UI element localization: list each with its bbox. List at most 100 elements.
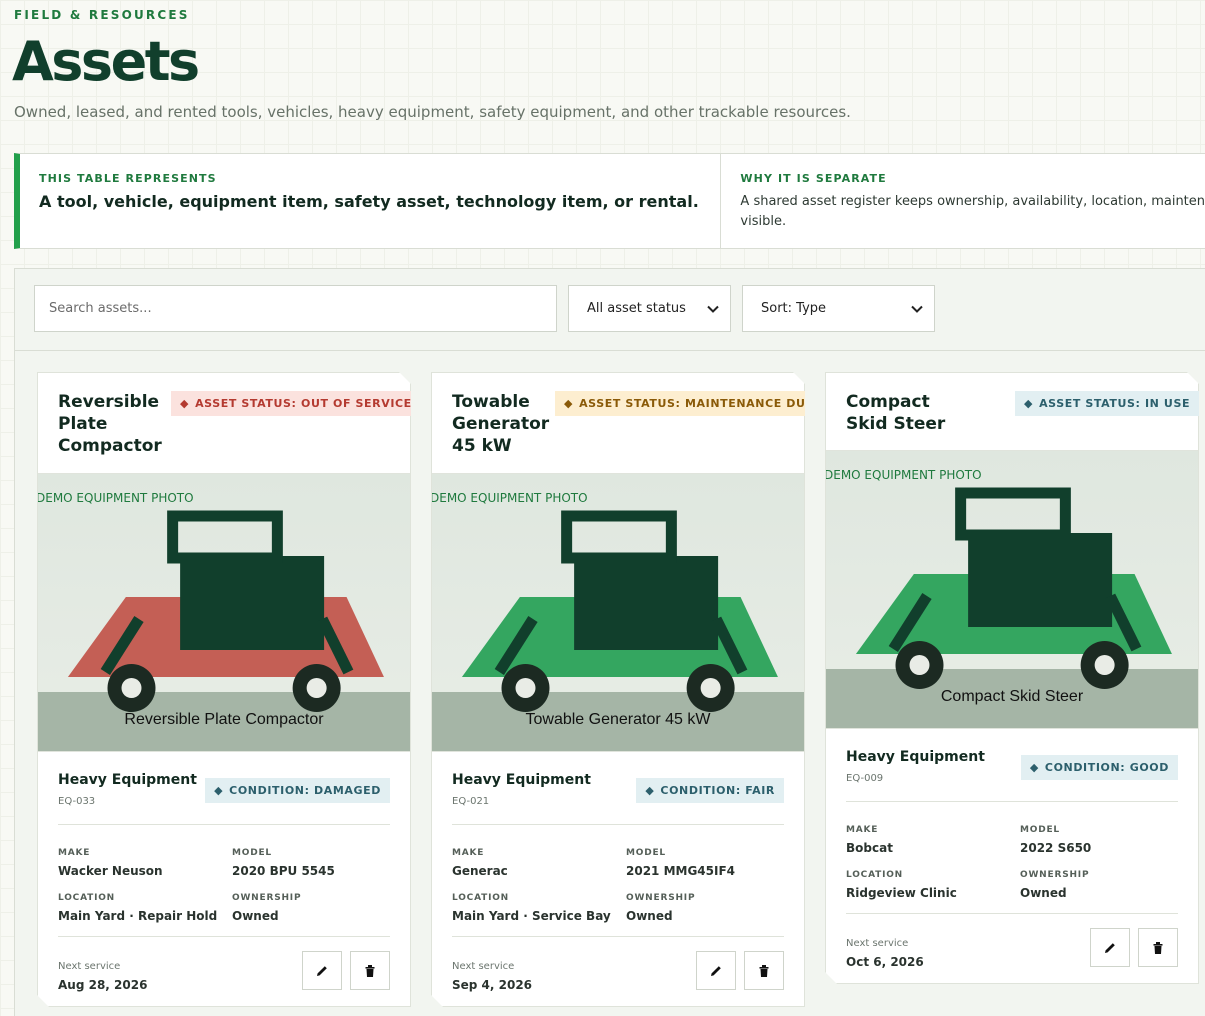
model-label: MODEL: [1020, 825, 1060, 835]
condition-badge: ◆ CONDITION: DAMAGED: [205, 778, 390, 803]
next-service-value: Aug 28, 2026: [58, 978, 148, 992]
search-input[interactable]: [34, 285, 557, 332]
pencil-icon: [1103, 941, 1117, 955]
edit-button[interactable]: [302, 951, 342, 990]
make-label: MAKE: [452, 848, 485, 858]
status-filter-select[interactable]: All asset status: [568, 285, 731, 332]
location-value: Main Yard · Service Bay: [452, 909, 611, 923]
condition-label: CONDITION: FAIR: [660, 784, 775, 797]
chevron-down-icon: [900, 302, 934, 316]
edit-button[interactable]: [696, 951, 736, 990]
equipment-photo: DEMO EQUIPMENT PHOTO Compact Skid Steer: [826, 451, 1198, 728]
info-separate-line: A shared asset register keeps ownership,…: [740, 194, 1205, 209]
equipment-illustration: [38, 474, 410, 751]
equipment-photo: DEMO EQUIPMENT PHOTO Reversible Plate Co…: [38, 474, 410, 751]
diamond-icon: ◆: [1029, 761, 1039, 774]
asset-category: Heavy Equipment: [58, 772, 197, 788]
condition-badge: ◆ CONDITION: GOOD: [1021, 755, 1178, 780]
info-represents-value: A tool, vehicle, equipment item, safety …: [39, 192, 699, 211]
make-value: Generac: [452, 864, 508, 878]
info-represents: THIS TABLE REPRESENTS A tool, vehicle, e…: [20, 154, 722, 248]
make-value: Bobcat: [846, 841, 893, 855]
photo-tag: DEMO EQUIPMENT PHOTO: [826, 468, 982, 482]
delete-button[interactable]: [1138, 928, 1178, 967]
ownership-label: OWNERSHIP: [626, 893, 696, 903]
diamond-icon: ◆: [1024, 397, 1034, 410]
table-info-panel: THIS TABLE REPRESENTS A tool, vehicle, e…: [14, 153, 1205, 249]
next-service-value: Sep 4, 2026: [452, 978, 533, 992]
asset-card[interactable]: Towable Generator 45 kW ◆ ASSET STATUS: …: [431, 372, 805, 1007]
asset-category: Heavy Equipment: [846, 749, 985, 765]
eyebrow: FIELD & RESOURCES: [14, 8, 190, 22]
equipment-illustration: [826, 451, 1198, 728]
pencil-icon: [709, 964, 723, 978]
location-value: Ridgeview Clinic: [846, 886, 957, 900]
ownership-label: OWNERSHIP: [1020, 870, 1090, 880]
photo-tag: DEMO EQUIPMENT PHOTO: [432, 491, 588, 505]
asset-card[interactable]: Reversible Plate Compactor ◆ ASSET STATU…: [37, 372, 411, 1007]
edit-button[interactable]: [1090, 928, 1130, 967]
trash-icon: [1151, 941, 1165, 955]
equipment-cab: [574, 556, 718, 650]
trash-icon: [363, 964, 377, 978]
make-label: MAKE: [58, 848, 91, 858]
info-separate-label: WHY IT IS SEPARATE: [740, 172, 887, 185]
photo-caption: Compact Skid Steer: [940, 688, 1084, 705]
divider: [452, 936, 784, 937]
asset-status-badge: ◆ ASSET STATUS: IN USE: [1015, 391, 1199, 416]
asset-name: Compact Skid Steer: [846, 392, 946, 434]
ownership-label: OWNERSHIP: [232, 893, 302, 903]
chevron-down-icon: [696, 302, 730, 316]
asset-name: Reversible Plate Compactor: [58, 392, 162, 456]
photo-tag: DEMO EQUIPMENT PHOTO: [38, 491, 194, 505]
info-represents-label: THIS TABLE REPRESENTS: [39, 172, 217, 185]
delete-button[interactable]: [350, 951, 390, 990]
divider: [58, 824, 390, 825]
location-label: LOCATION: [452, 893, 510, 903]
location-label: LOCATION: [58, 893, 116, 903]
delete-button[interactable]: [744, 951, 784, 990]
photo-caption: Towable Generator 45 kW: [525, 711, 711, 728]
condition-label: CONDITION: DAMAGED: [229, 784, 381, 797]
asset-category: Heavy Equipment: [452, 772, 591, 788]
asset-name: Towable Generator 45 kW: [452, 392, 550, 456]
asset-status-badge: ◆ ASSET STATUS: OUT OF SERVICE: [171, 391, 421, 416]
diamond-icon: ◆: [214, 784, 224, 797]
asset-status-label: ASSET STATUS: IN USE: [1039, 397, 1191, 410]
asset-card-body: Heavy Equipment EQ-033 ◆ CONDITION: DAMA…: [38, 751, 410, 1008]
info-separate: WHY IT IS SEPARATE A shared asset regist…: [721, 154, 1205, 248]
asset-card-header: Compact Skid Steer ◆ ASSET STATUS: IN US…: [826, 373, 1198, 451]
condition-label: CONDITION: GOOD: [1044, 761, 1169, 774]
make-value: Wacker Neuson: [58, 864, 163, 878]
ownership-value: Owned: [626, 909, 673, 923]
model-value: 2021 MMG45IF4: [626, 864, 736, 878]
asset-card-body: Heavy Equipment EQ-009 ◆ CONDITION: GOOD…: [826, 728, 1198, 985]
asset-status-label: ASSET STATUS: MAINTENANCE DUE: [579, 397, 814, 410]
asset-status-label: ASSET STATUS: OUT OF SERVICE: [195, 397, 412, 410]
location-label: LOCATION: [846, 870, 904, 880]
asset-id: EQ-021: [452, 796, 490, 807]
next-service-value: Oct 6, 2026: [846, 955, 924, 969]
condition-badge: ◆ CONDITION: FAIR: [636, 778, 784, 803]
ownership-value: Owned: [1020, 886, 1067, 900]
ownership-value: Owned: [232, 909, 279, 923]
asset-card[interactable]: Compact Skid Steer ◆ ASSET STATUS: IN US…: [825, 372, 1199, 984]
equipment-cab: [968, 533, 1112, 627]
asset-card-header: Towable Generator 45 kW ◆ ASSET STATUS: …: [432, 373, 804, 474]
asset-id: EQ-009: [846, 773, 884, 784]
model-value: 2022 S650: [1020, 841, 1092, 855]
asset-card-header: Reversible Plate Compactor ◆ ASSET STATU…: [38, 373, 410, 474]
next-service-label: Next service: [452, 961, 515, 972]
model-value: 2020 BPU 5545: [232, 864, 335, 878]
next-service-label: Next service: [58, 961, 121, 972]
diamond-icon: ◆: [564, 397, 574, 410]
trash-icon: [757, 964, 771, 978]
diamond-icon: ◆: [180, 397, 190, 410]
asset-card-body: Heavy Equipment EQ-021 ◆ CONDITION: FAIR…: [432, 751, 804, 1008]
sort-value: Sort: Type: [761, 301, 827, 316]
model-label: MODEL: [232, 848, 272, 858]
divider: [58, 936, 390, 937]
sort-select[interactable]: Sort: Type: [742, 285, 935, 332]
page-subtitle: Owned, leased, and rented tools, vehicle…: [14, 103, 851, 121]
divider: [846, 801, 1178, 802]
